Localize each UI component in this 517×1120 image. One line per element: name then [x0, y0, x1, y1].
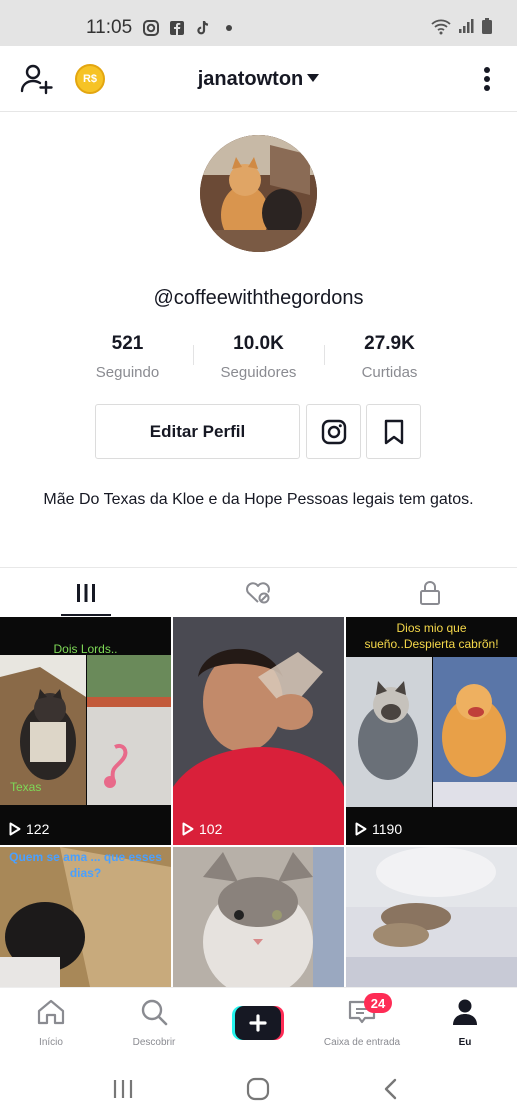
tab-private[interactable]	[344, 568, 516, 618]
favorites-button[interactable]	[366, 404, 421, 459]
video-image	[346, 847, 517, 987]
stat-followers[interactable]: 10.0K Seguidores	[193, 333, 324, 381]
video-overlay-text: Texas	[10, 780, 42, 794]
recent-apps-icon[interactable]	[112, 1078, 134, 1100]
video-caption: Quem se ama ... que esses dias?	[9, 850, 162, 880]
video-thumbnail[interactable]	[173, 847, 344, 987]
nav-label: Caixa de entrada	[323, 1037, 401, 1048]
battery-icon	[482, 18, 492, 34]
stat-label: Seguidores	[220, 364, 297, 381]
instagram-icon	[321, 419, 346, 444]
video-thumbnail[interactable]: Quem se ama ... que esses dias?	[0, 847, 171, 987]
video-views: 122	[9, 821, 49, 837]
system-nav-bar	[0, 1057, 517, 1120]
liked-hidden-icon	[246, 582, 270, 604]
views-count: 102	[199, 821, 223, 837]
instagram-link-button[interactable]	[306, 404, 361, 459]
profile-header: R$ janatowton	[0, 46, 517, 112]
tab-liked[interactable]	[172, 568, 344, 618]
dot-icon	[226, 25, 232, 31]
nav-home[interactable]: Início	[1, 998, 101, 1048]
tab-active-indicator	[61, 614, 111, 616]
video-image	[173, 617, 344, 845]
bookmark-icon	[384, 419, 403, 444]
status-bar: 11:05	[0, 0, 517, 46]
bottom-nav: Início Descobrir Caixa de entrada Eu	[0, 987, 517, 1057]
video-caption: Dios mio que sueño..Despierta cabrõn!	[364, 621, 499, 651]
video-caption: Dois Lords..	[53, 642, 118, 656]
private-lock-icon	[420, 581, 440, 605]
nav-label: Início	[39, 1037, 63, 1048]
home-icon	[37, 999, 65, 1025]
profile-stats: 521 Seguindo 10.0K Seguidores 27.9K Curt…	[62, 333, 455, 383]
stat-value: 27.9K	[364, 333, 415, 354]
tiktok-icon	[197, 21, 209, 35]
search-icon	[141, 999, 168, 1026]
home-button-icon[interactable]	[246, 1077, 270, 1101]
status-time: 11:05	[86, 17, 133, 38]
caret-down-icon	[307, 73, 320, 82]
nav-label: Eu	[458, 1037, 472, 1048]
profile-icon	[453, 999, 477, 1025]
profile-username: @coffeewiththegordons	[153, 287, 364, 309]
profile-tabs	[0, 567, 517, 617]
avatar[interactable]	[200, 135, 317, 252]
signal-icon	[459, 19, 474, 33]
instagram-icon	[143, 20, 159, 36]
back-icon[interactable]	[382, 1078, 400, 1100]
nav-me[interactable]: Eu	[415, 998, 515, 1048]
wifi-icon	[431, 19, 451, 35]
stat-following[interactable]: 521 Seguindo	[62, 333, 193, 381]
play-icon	[9, 822, 21, 836]
video-image	[173, 847, 344, 987]
profile-bio: Mãe Do Texas da Kloe e da Hope Pessoas l…	[43, 491, 474, 508]
videos-grid-icon	[77, 584, 95, 602]
video-thumbnail[interactable]: Dois Lords.. Texas 122	[0, 617, 171, 845]
account-name: janatowton	[197, 68, 304, 90]
play-icon	[355, 822, 367, 836]
stat-value: 521	[111, 333, 144, 354]
stat-label: Seguindo	[95, 364, 160, 381]
video-thumbnail[interactable]: Dios mio que sueño..Despierta cabrõn! 11…	[346, 617, 517, 845]
nav-inbox[interactable]: Caixa de entrada	[312, 998, 412, 1048]
nav-label: Descobrir	[132, 1037, 176, 1048]
video-thumbnail[interactable]	[346, 847, 517, 987]
stat-label: Curtidas	[361, 364, 418, 381]
nav-discover[interactable]: Descobrir	[104, 998, 204, 1048]
account-switcher[interactable]: janatowton	[0, 68, 517, 91]
video-views: 1190	[355, 821, 402, 837]
facebook-icon	[170, 21, 184, 35]
avatar-photo	[200, 135, 317, 252]
views-count: 1190	[372, 821, 403, 837]
stat-likes[interactable]: 27.9K Curtidas	[324, 333, 455, 381]
create-plus-icon[interactable]	[232, 1006, 284, 1040]
video-thumbnail[interactable]: 102	[173, 617, 344, 845]
inbox-badge: 24	[364, 993, 392, 1013]
edit-profile-button[interactable]: Editar Perfil	[95, 404, 300, 459]
tab-videos[interactable]	[0, 568, 172, 618]
more-options-icon[interactable]	[483, 66, 491, 92]
play-icon	[182, 822, 194, 836]
video-grid: Dois Lords.. Texas 122 102 Dios mio que …	[0, 617, 517, 987]
video-views: 102	[182, 821, 222, 837]
stat-value: 10.0K	[233, 333, 284, 354]
views-count: 122	[26, 821, 50, 837]
